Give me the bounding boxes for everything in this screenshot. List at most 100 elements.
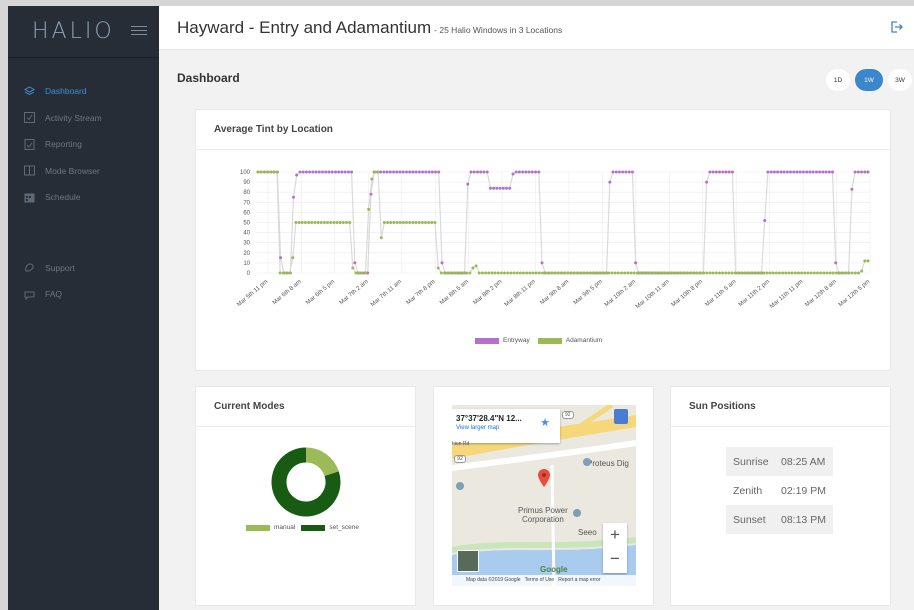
- data-point-entryway: [292, 195, 295, 199]
- data-point-entryway: [514, 170, 518, 174]
- y-tick-label: 10: [243, 261, 250, 267]
- sidebar-item-faq[interactable]: FAQ: [8, 281, 159, 308]
- data-point-adamantium: [310, 221, 314, 224]
- data-point-adamantium: [398, 221, 402, 224]
- data-point-entryway: [853, 170, 857, 174]
- data-point-adamantium: [850, 271, 854, 275]
- data-point-entryway: [437, 170, 441, 174]
- data-point-entryway: [472, 170, 476, 174]
- mode-browser-icon: [24, 165, 35, 176]
- x-tick-label: Mar 11th 11 pm: [769, 279, 804, 310]
- data-point-adamantium: [635, 271, 639, 275]
- data-point-adamantium: [294, 221, 298, 224]
- data-point-adamantium: [857, 271, 860, 275]
- data-point-entryway: [434, 170, 437, 174]
- data-point-adamantium: [506, 271, 510, 275]
- data-point-adamantium: [439, 271, 443, 275]
- data-point-adamantium: [784, 271, 788, 275]
- legend-swatch-set-scene: [301, 524, 326, 531]
- data-point-adamantium: [673, 271, 677, 275]
- x-tick-label: Mar 10th 8 pm: [671, 279, 704, 308]
- x-tick-label: Mar 12th 8 am: [804, 279, 837, 308]
- place-marker-icon: [573, 509, 581, 517]
- data-point-entryway: [314, 170, 318, 174]
- data-point-adamantium: [376, 170, 380, 174]
- satellite-toggle-thumbnail[interactable]: [457, 550, 479, 572]
- data-point-adamantium: [718, 271, 721, 275]
- range-button-1d[interactable]: 1D: [826, 69, 850, 91]
- page-subtitle: - 25 Halio Windows in 3 Locations: [434, 25, 563, 35]
- data-point-adamantium: [458, 271, 462, 275]
- data-point-adamantium: [351, 266, 355, 270]
- data-point-adamantium: [863, 259, 867, 263]
- data-point-entryway: [414, 170, 418, 174]
- data-point-entryway: [350, 170, 354, 174]
- data-point-entryway: [517, 170, 521, 174]
- data-point-entryway: [763, 219, 767, 222]
- data-point-entryway: [385, 170, 389, 174]
- data-point-adamantium: [841, 271, 845, 275]
- data-point-adamantium: [559, 271, 563, 275]
- zoom-in-button[interactable]: +: [603, 523, 627, 547]
- street-view-icon[interactable]: [614, 409, 628, 424]
- data-point-adamantium: [364, 271, 367, 275]
- data-point-adamantium: [638, 271, 642, 275]
- logout-icon[interactable]: [890, 20, 904, 34]
- data-point-entryway: [411, 170, 415, 174]
- sidebar-item-label: Schedule: [45, 192, 81, 203]
- data-point-entryway: [524, 170, 528, 174]
- data-point-adamantium: [664, 271, 668, 275]
- data-point-adamantium: [812, 271, 816, 275]
- legend-swatch-entryway: [475, 337, 499, 344]
- data-point-entryway: [295, 173, 299, 177]
- faq-icon: [24, 289, 35, 300]
- halio-logo: HALIO: [32, 19, 115, 44]
- data-point-adamantium: [284, 271, 288, 275]
- range-button-3w[interactable]: 3W: [888, 69, 912, 91]
- data-point-adamantium: [427, 221, 431, 224]
- data-point-adamantium: [699, 271, 702, 275]
- data-point-entryway: [537, 170, 541, 174]
- data-point-adamantium: [597, 271, 601, 275]
- sun-card-title: Sun Positions: [671, 387, 890, 427]
- sidebar-item-dashboard[interactable]: Dashboard: [8, 78, 159, 105]
- sidebar-item-activity-stream[interactable]: Activity Stream: [8, 105, 159, 132]
- data-point-entryway: [392, 170, 396, 174]
- x-tick-label: Mar 7th 8 pm: [406, 279, 437, 306]
- tint-card-title: Average Tint by Location: [196, 110, 890, 150]
- data-point-adamantium: [815, 271, 819, 275]
- data-point-adamantium: [822, 271, 826, 275]
- zoom-out-button[interactable]: −: [603, 547, 627, 571]
- page-title: Hayward - Entry and Adamantium: [177, 18, 432, 37]
- save-star-icon[interactable]: ★: [540, 416, 550, 429]
- sun-table: Sunrise 08:25 AM Zenith 02:19 PM Sunset …: [726, 447, 833, 534]
- data-point-entryway: [711, 170, 715, 174]
- data-point-adamantium: [610, 271, 614, 275]
- data-point-adamantium: [825, 271, 829, 275]
- data-point-entryway: [427, 170, 431, 174]
- data-point-adamantium: [853, 271, 857, 275]
- data-point-adamantium: [262, 170, 266, 174]
- range-button-1w[interactable]: 1W: [855, 69, 883, 91]
- location-pin-icon[interactable]: [537, 468, 551, 488]
- location-map[interactable]: 37°37'28.4"N 12... View larger map ★ hio…: [452, 405, 636, 586]
- data-point-entryway: [608, 180, 612, 184]
- data-point-adamantium: [733, 271, 737, 275]
- legend-label-manual: manual: [274, 524, 296, 531]
- data-point-adamantium: [367, 207, 371, 211]
- sidebar-item-label: FAQ: [45, 289, 63, 300]
- data-point-entryway: [279, 256, 283, 260]
- sidebar-item-reporting[interactable]: Reporting: [8, 131, 159, 158]
- data-point-adamantium: [503, 271, 506, 275]
- data-point-adamantium: [449, 271, 453, 275]
- data-point-adamantium: [591, 271, 595, 275]
- data-point-adamantium: [341, 221, 345, 224]
- menu-toggle-icon[interactable]: [131, 26, 147, 36]
- sidebar-item-mode-browser[interactable]: Mode Browser: [8, 158, 159, 185]
- sidebar-item-schedule[interactable]: Schedule: [8, 184, 159, 211]
- data-point-adamantium: [692, 271, 696, 275]
- data-point-adamantium: [787, 271, 791, 275]
- x-tick-label: Mar 7th 11 am: [370, 279, 403, 308]
- sidebar-item-support[interactable]: Support: [8, 255, 159, 282]
- data-point-adamantium: [553, 271, 557, 275]
